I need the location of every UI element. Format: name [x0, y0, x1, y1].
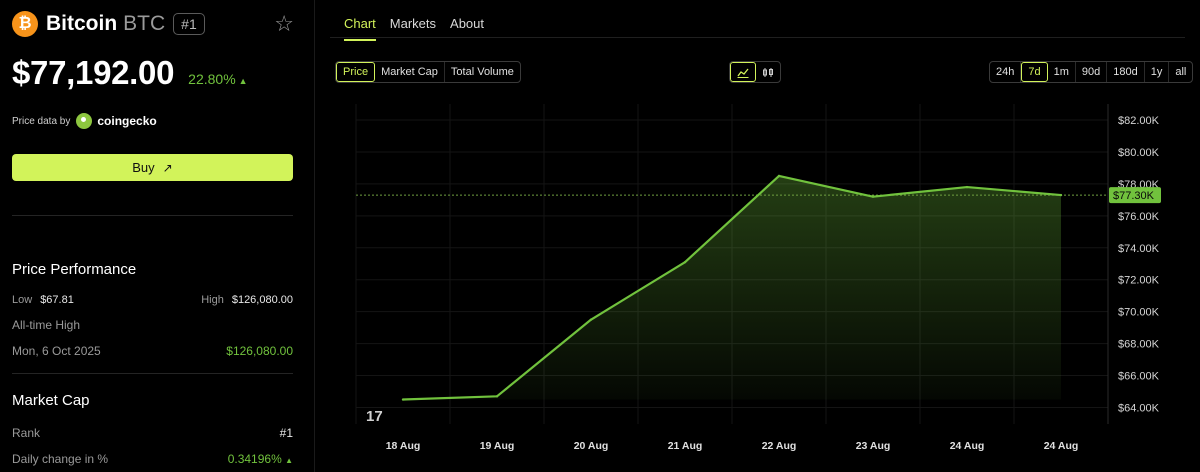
tradingview-logo-icon: 17	[366, 408, 383, 425]
y-tick-label: $70.00K	[1118, 307, 1160, 319]
y-tick-label: $66.00K	[1118, 371, 1160, 383]
data-point-6	[965, 185, 969, 189]
y-tick-label: $80.00K	[1118, 147, 1160, 159]
data-point-5	[871, 195, 875, 198]
y-tick-label: $72.00K	[1118, 275, 1160, 287]
price-chart[interactable]: $82.00K$80.00K$78.00K$76.00K$74.00K$72.0…	[0, 0, 1200, 472]
x-tick-label: 18 Aug	[386, 440, 421, 452]
x-tick-label: 19 Aug	[480, 440, 515, 452]
x-tick-label: 23 Aug	[856, 440, 891, 452]
data-point-4	[777, 174, 781, 178]
data-point-7	[1059, 193, 1063, 197]
data-point-3	[683, 260, 687, 264]
data-point-2	[589, 318, 593, 321]
x-tick-label: 21 Aug	[668, 440, 703, 452]
y-tick-label: $74.00K	[1118, 243, 1160, 255]
data-point-1	[495, 395, 499, 398]
y-tick-label: $68.00K	[1118, 339, 1160, 351]
y-tick-label: $64.00K	[1118, 403, 1160, 415]
x-tick-label: 22 Aug	[762, 440, 797, 452]
x-tick-label: 24 Aug	[1044, 440, 1079, 452]
x-tick-label: 24 Aug	[950, 440, 985, 452]
y-tick-label: $76.00K	[1118, 211, 1160, 223]
data-point-0	[401, 398, 405, 401]
x-tick-label: 20 Aug	[574, 440, 609, 452]
current-price-tag-label: $77.30K	[1113, 190, 1155, 202]
y-tick-label: $82.00K	[1118, 115, 1160, 127]
